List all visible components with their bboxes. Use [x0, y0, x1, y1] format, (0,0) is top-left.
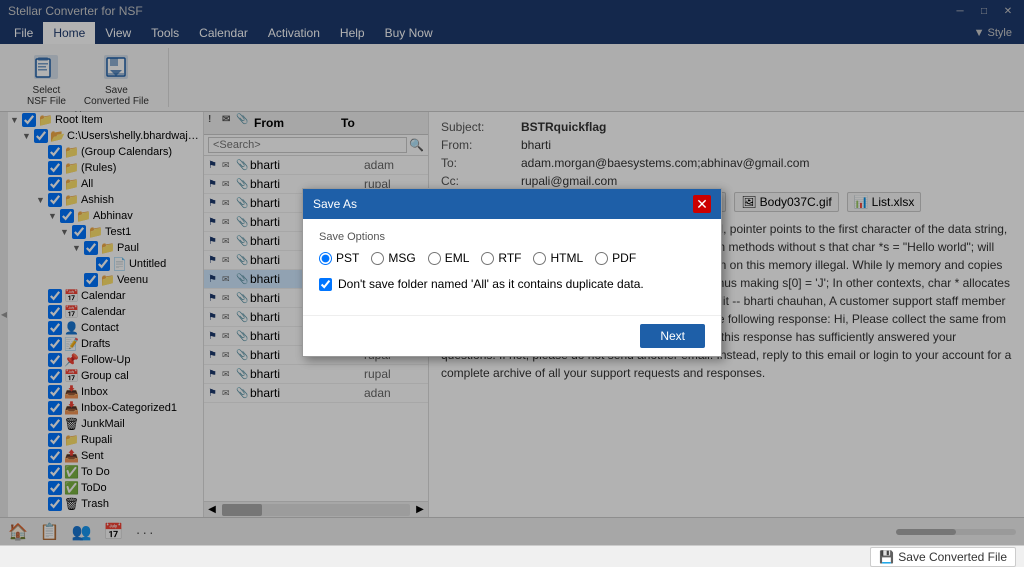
format-rtf[interactable]: RTF	[481, 251, 521, 265]
save-as-modal: Save As ✕ Save Options PST MSG EML	[302, 188, 722, 357]
radio-pdf[interactable]	[595, 252, 608, 265]
modal-footer: Next	[303, 315, 721, 356]
modal-close-button[interactable]: ✕	[693, 195, 711, 213]
dont-save-all-checkbox[interactable]	[319, 278, 332, 291]
format-msg[interactable]: MSG	[371, 251, 415, 265]
modal-title-bar: Save As ✕	[303, 189, 721, 219]
dont-save-all-label: Don't save folder named 'All' as it cont…	[338, 277, 644, 291]
format-html[interactable]: HTML	[533, 251, 583, 265]
radio-html[interactable]	[533, 252, 546, 265]
radio-rtf[interactable]	[481, 252, 494, 265]
status-save-label: Save Converted File	[898, 550, 1007, 564]
format-radio-group: PST MSG EML RTF HTML	[319, 251, 705, 265]
format-pst[interactable]: PST	[319, 251, 359, 265]
msg-label: MSG	[388, 251, 415, 265]
pdf-label: PDF	[612, 251, 636, 265]
dont-save-all-row: Don't save folder named 'All' as it cont…	[319, 277, 705, 291]
status-save-button[interactable]: 💾 Save Converted File	[870, 547, 1016, 567]
next-button[interactable]: Next	[640, 324, 705, 348]
modal-body: Save Options PST MSG EML RTF	[303, 219, 721, 315]
save-icon: 💾	[879, 550, 894, 564]
eml-label: EML	[445, 251, 470, 265]
radio-pst[interactable]	[319, 252, 332, 265]
rtf-label: RTF	[498, 251, 521, 265]
html-label: HTML	[550, 251, 583, 265]
format-pdf[interactable]: PDF	[595, 251, 636, 265]
format-eml[interactable]: EML	[428, 251, 470, 265]
pst-label: PST	[336, 251, 359, 265]
modal-overlay[interactable]: Save As ✕ Save Options PST MSG EML	[0, 0, 1024, 545]
radio-msg[interactable]	[371, 252, 384, 265]
radio-eml[interactable]	[428, 252, 441, 265]
status-bar: 💾 Save Converted File	[0, 545, 1024, 567]
save-options-label: Save Options	[319, 231, 705, 243]
modal-title: Save As	[313, 197, 357, 211]
